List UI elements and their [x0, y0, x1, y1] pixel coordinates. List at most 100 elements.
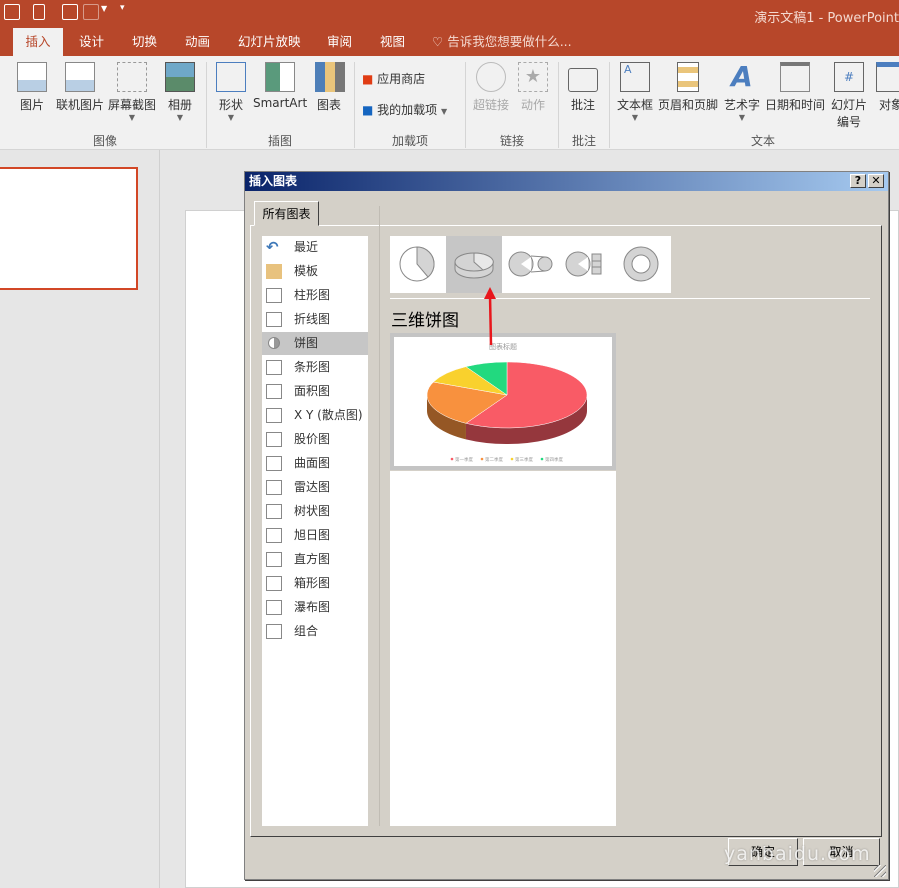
shapes-button[interactable]: 形状 ▼ — [215, 62, 247, 123]
area-chart-icon — [266, 384, 282, 399]
help-button[interactable]: ? — [850, 174, 866, 188]
category-item[interactable]: 模板 — [262, 260, 368, 283]
photo-album-icon — [165, 62, 195, 92]
tab-all-charts[interactable]: 所有图表 — [254, 201, 319, 226]
dropdown-arrow-icon: ▼ — [176, 113, 184, 122]
stock-chart-icon — [266, 432, 282, 447]
legend-marker — [450, 457, 454, 461]
surface-chart-icon — [266, 456, 282, 471]
picture-icon — [17, 62, 47, 92]
label: 幻灯片 — [831, 98, 868, 112]
tab-design[interactable]: 设计 — [67, 28, 116, 56]
subtype-pie[interactable] — [390, 236, 446, 293]
category-item[interactable]: 条形图 — [262, 356, 368, 379]
window-title: 演示文稿1 - PowerPoint — [754, 11, 899, 26]
category-label: 条形图 — [294, 360, 331, 374]
smartart-button[interactable]: SmartArt — [253, 62, 307, 110]
picture-button[interactable]: 图片 — [16, 62, 48, 113]
label: 艺术字 — [724, 98, 761, 112]
divider — [379, 206, 380, 826]
my-addins-button[interactable]: ■ 我的加载项 ▼ — [362, 101, 447, 118]
category-item[interactable]: 饼图 — [262, 332, 368, 355]
close-button[interactable]: ✕ — [868, 174, 884, 188]
category-item[interactable]: 雷达图 — [262, 476, 368, 499]
category-item[interactable]: 箱形图 — [262, 572, 368, 595]
store-button[interactable]: ■ 应用商店 — [362, 70, 425, 87]
category-item[interactable]: 面积图 — [262, 380, 368, 403]
customize-qat-icon[interactable]: ▾ — [120, 3, 125, 13]
label: 形状 — [218, 98, 243, 112]
category-item[interactable]: 直方图 — [262, 548, 368, 571]
tab-insert[interactable]: 插入 — [13, 28, 63, 56]
category-item[interactable]: 柱形图 — [262, 284, 368, 307]
box-whisker-icon — [266, 576, 282, 591]
store-icon: ■ — [362, 72, 374, 86]
tab-transitions[interactable]: 切换 — [120, 28, 169, 56]
category-item[interactable]: 旭日图 — [262, 524, 368, 547]
category-label: 饼图 — [294, 336, 319, 350]
slide-number-icon: # — [834, 62, 864, 92]
subtype-pie-of-pie[interactable] — [502, 236, 558, 293]
category-item[interactable]: 折线图 — [262, 308, 368, 331]
subtype-doughnut[interactable] — [614, 236, 670, 293]
category-item[interactable]: 组合 — [262, 620, 368, 643]
calendar-clock-icon — [780, 62, 810, 92]
tab-animations[interactable]: 动画 — [173, 28, 222, 56]
label: 日期和时间 — [764, 98, 825, 112]
chart-preview[interactable]: 图表标题 第一季度 第二季度 第三季度 第四季度 — [390, 333, 616, 470]
wordart-button[interactable]: A 艺术字 ▼ — [724, 62, 760, 123]
dropdown-arrow-icon: ▼ — [227, 113, 235, 122]
textbox-button[interactable]: A 文本框 ▼ — [616, 62, 654, 123]
object-button[interactable]: 对象 — [876, 62, 899, 113]
category-item[interactable]: X Y (散点图) — [262, 404, 368, 427]
label: 联机图片 — [55, 98, 104, 112]
wordart-icon: A — [731, 60, 753, 93]
resize-grip[interactable] — [874, 865, 886, 877]
category-label: 股价图 — [294, 432, 331, 446]
column-chart-icon — [266, 288, 282, 303]
category-label: 直方图 — [294, 552, 331, 566]
lightbulb-icon: ♡ — [432, 34, 448, 49]
globe-link-icon — [476, 62, 506, 92]
comment-button[interactable]: 批注 — [568, 62, 598, 113]
category-item[interactable]: 股价图 — [262, 428, 368, 451]
new-file-icon[interactable] — [33, 4, 45, 20]
category-label: 雷达图 — [294, 480, 331, 494]
treemap-icon — [266, 504, 282, 519]
label: 我的加载项 — [377, 103, 438, 117]
addins-icon: ■ — [362, 103, 374, 117]
online-picture-button[interactable]: 联机图片 — [54, 62, 106, 113]
undo-list-icon[interactable] — [83, 4, 99, 20]
subtype-bar-of-pie[interactable] — [558, 236, 614, 293]
category-item[interactable]: 曲面图 — [262, 452, 368, 475]
action-button[interactable]: ★ 动作 — [518, 62, 548, 113]
tell-me-search[interactable]: ♡ 告诉我您想要做什么... — [432, 28, 572, 56]
line-chart-icon — [266, 312, 282, 327]
undo-dropdown-icon[interactable]: ▼ — [101, 4, 107, 13]
slide-thumbnail[interactable] — [0, 167, 138, 290]
histogram-icon — [266, 552, 282, 567]
slide-number-button[interactable]: # 幻灯片 编号 — [831, 62, 867, 130]
print-preview-icon[interactable] — [62, 4, 78, 20]
undo-icon: ↶ — [266, 238, 279, 256]
chart-category-list[interactable]: ↶ 最近 模板 柱形图 折线图饼图条形图面积图 X Y (散点图) 股价图曲面图雷达图树状图… — [262, 236, 368, 826]
tell-me-text: 告诉我您想要做什么... — [447, 34, 572, 49]
category-label: 曲面图 — [294, 456, 331, 470]
tab-review[interactable]: 审阅 — [315, 28, 364, 56]
legend-marker — [510, 457, 514, 461]
chart-button[interactable]: 图表 — [315, 62, 345, 113]
group-label-addins: 加载项 — [392, 134, 429, 148]
datetime-button[interactable]: 日期和时间 — [764, 62, 826, 113]
screenshot-button[interactable]: 屏幕截图 ▼ — [107, 62, 157, 123]
shapes-icon — [216, 62, 246, 92]
start-slideshow-icon[interactable] — [4, 4, 20, 20]
hyperlink-button[interactable]: 超链接 — [472, 62, 510, 113]
tab-view[interactable]: 视图 — [368, 28, 417, 56]
category-item[interactable]: 瀑布图 — [262, 596, 368, 619]
header-footer-button[interactable]: 页眉和页脚 — [657, 62, 719, 113]
tab-slideshow[interactable]: 幻灯片放映 — [226, 28, 313, 56]
combo-chart-icon — [266, 624, 282, 639]
category-item[interactable]: ↶ 最近 — [262, 236, 368, 259]
category-item[interactable]: 树状图 — [262, 500, 368, 523]
album-button[interactable]: 相册 ▼ — [163, 62, 197, 123]
